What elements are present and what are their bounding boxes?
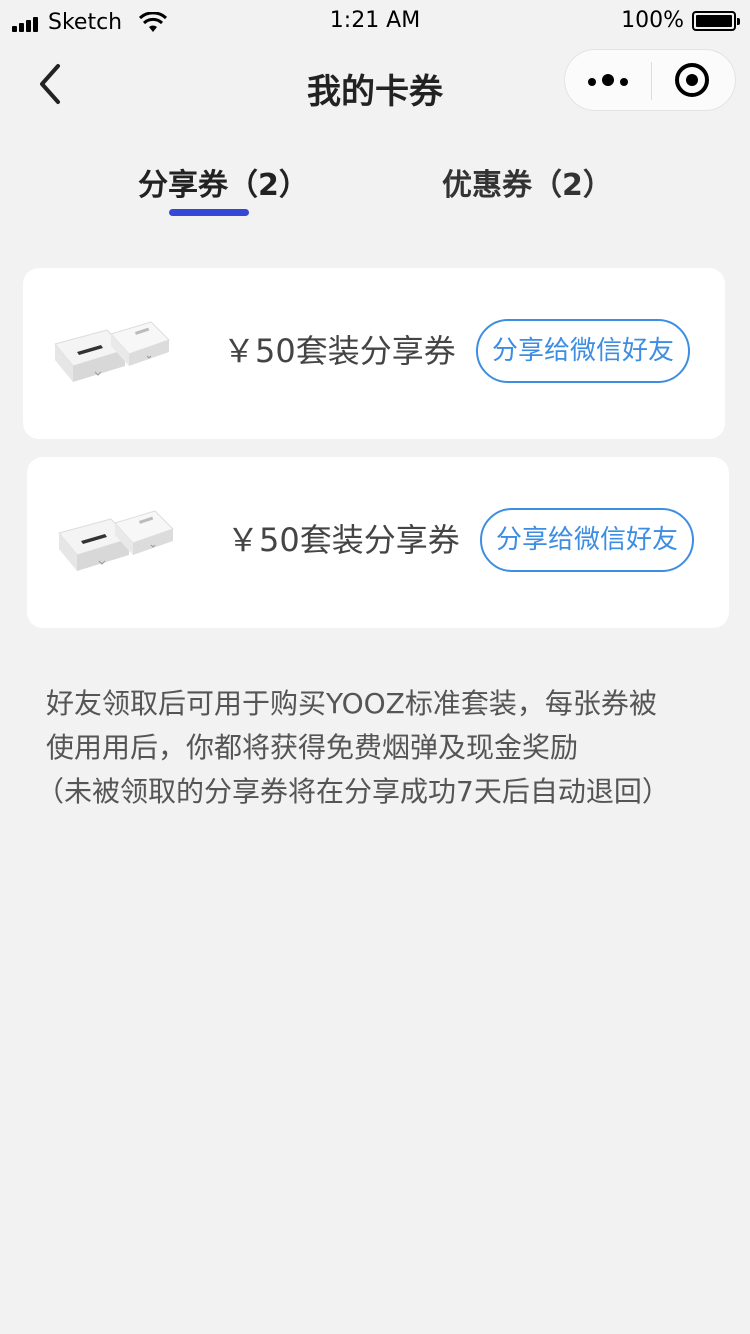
tab-share-coupons[interactable]: 分享券（2） <box>138 160 309 204</box>
tab-discount-coupons[interactable]: 优惠券（2） <box>442 160 613 204</box>
description-note: （未被领取的分享券将在分享成功7天后自动退回） <box>36 775 670 808</box>
target-circle-icon <box>675 63 709 97</box>
coupon-title: ￥50套装分享券 <box>223 332 456 370</box>
share-to-wechat-button[interactable]: 分享给微信好友 <box>476 319 690 383</box>
status-bar: Sketch 1:21 AM 100% <box>0 0 750 44</box>
miniprogram-capsule <box>564 49 736 111</box>
coupon-title: ￥50套装分享券 <box>227 521 460 559</box>
coupon-card: ￥50套装分享券 分享给微信好友 <box>23 268 725 439</box>
coupon-description: 好友领取后可用于购买YOOZ标准套装，每张券被 使用用后，你都将获得免费烟弹及现… <box>36 682 716 814</box>
battery-percent: 100% <box>621 8 684 33</box>
product-image <box>54 321 170 382</box>
more-dots-icon <box>585 71 631 90</box>
status-right: 100% <box>621 8 740 33</box>
description-line: 好友领取后可用于购买YOOZ标准套装，每张券被 <box>46 687 657 720</box>
coupon-card: ￥50套装分享券 分享给微信好友 <box>27 457 729 628</box>
battery-icon <box>692 10 740 31</box>
close-miniprogram-button[interactable] <box>649 50 735 110</box>
coupon-tabs: 分享券（2） 优惠券（2） <box>0 160 750 220</box>
active-tab-indicator <box>169 209 249 216</box>
product-image <box>58 510 174 571</box>
description-line: 使用用后，你都将获得免费烟弹及现金奖励 <box>46 731 579 764</box>
nav-bar: 我的卡券 <box>0 44 750 124</box>
more-button[interactable] <box>565 50 651 110</box>
share-to-wechat-button[interactable]: 分享给微信好友 <box>480 508 694 572</box>
